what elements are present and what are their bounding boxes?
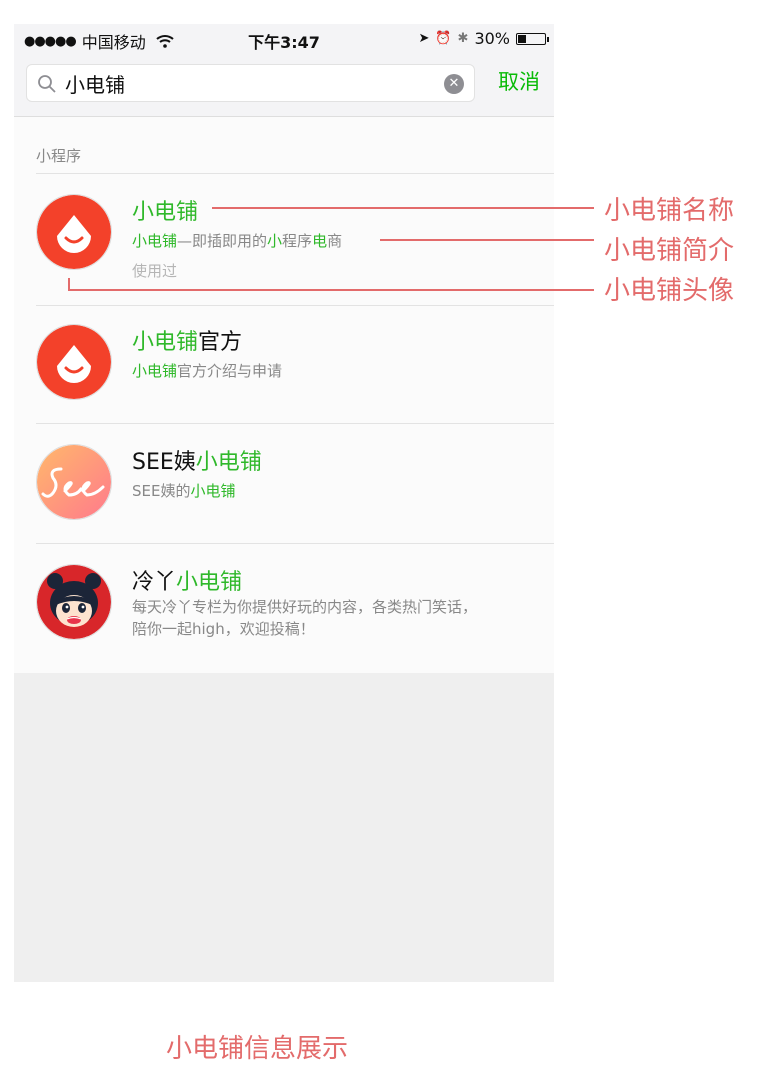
name-highlight: 小电铺 — [176, 570, 243, 595]
name-highlight: 小电铺 — [132, 330, 199, 355]
cancel-button[interactable]: 取消 — [498, 66, 540, 96]
figure-caption: 小电铺信息展示 — [166, 1034, 349, 1064]
phone-screen: ●●●●● 中国移动 下午3:47 ➤ ⏰ ✱ 30% ✕ 取消 — [14, 24, 554, 982]
name-annotation-line — [212, 207, 594, 209]
desc-highlight: 电 — [312, 232, 328, 250]
desc-text: SEE姨的 — [132, 482, 191, 500]
desc-highlight: 小电铺 — [132, 362, 178, 380]
item-description: 每天冷丫专栏为你提供好玩的内容，各类热门笑话， 陪你一起high，欢迎投稿！ — [132, 596, 542, 640]
xiaodianpu-logo-icon — [36, 194, 112, 270]
search-header: ✕ 取消 — [14, 54, 554, 117]
alarm-icon: ⏰ — [435, 31, 452, 46]
item-description: 小电铺官方介绍与申请 — [132, 360, 282, 381]
name-annotation-label: 小电铺名称 — [604, 196, 735, 226]
desc-annotation-label: 小电铺简介 — [604, 236, 735, 266]
desc-text: 商 — [327, 232, 343, 250]
search-icon — [38, 75, 56, 93]
status-bar: ●●●●● 中国移动 下午3:47 ➤ ⏰ ✱ 30% — [14, 24, 554, 54]
battery-icon — [516, 32, 549, 45]
result-item-xiaodianpu[interactable]: 小电铺 小电铺—即插即用的小程序电商 使用过 — [14, 174, 554, 306]
search-box[interactable]: ✕ — [26, 64, 475, 102]
desc-line: 陪你一起high，欢迎投稿！ — [132, 620, 315, 638]
desc-highlight: 小电铺 — [190, 482, 236, 500]
item-description: 小电铺—即插即用的小程序电商 — [132, 230, 342, 251]
name-rest: 官方 — [198, 330, 243, 355]
name-highlight: 小电铺 — [195, 450, 262, 475]
cartoon-girl-avatar-icon — [36, 564, 112, 640]
item-name: 小电铺官方 — [132, 324, 242, 356]
status-right: ➤ ⏰ ✱ 30% — [418, 29, 549, 48]
result-item-lengya[interactable]: 冷丫小电铺 每天冷丫专栏为你提供好玩的内容，各类热门笑话， 陪你一起high，欢迎… — [14, 544, 554, 664]
desc-text: —即插即用的 — [177, 232, 268, 250]
name-highlight: 小电铺 — [132, 200, 199, 225]
item-description: SEE姨的小电铺 — [132, 480, 236, 501]
item-name: SEE姨小电铺 — [132, 444, 262, 476]
battery-fill — [518, 34, 526, 43]
clear-icon[interactable]: ✕ — [444, 74, 464, 94]
desc-text: 程序 — [282, 232, 313, 250]
desc-highlight: 小电铺 — [132, 232, 178, 250]
desc-annotation-line — [380, 239, 594, 241]
result-item-xiaodianpu-official[interactable]: 小电铺官方 小电铺官方介绍与申请 — [14, 304, 554, 424]
desc-highlight: 小 — [267, 232, 283, 250]
name-text: 冷丫 — [132, 570, 177, 595]
used-label: 使用过 — [132, 262, 178, 280]
see-logo-icon — [36, 444, 112, 520]
result-item-see[interactable]: SEE姨小电铺 SEE姨的小电铺 — [14, 424, 554, 544]
search-input[interactable] — [65, 65, 425, 101]
item-name: 小电铺 — [132, 194, 198, 226]
bluetooth-icon: ✱ — [457, 31, 469, 46]
xiaodianpu-logo-icon — [36, 324, 112, 400]
avatar-annotation-line — [68, 289, 594, 291]
section-title: 小程序 — [36, 147, 82, 165]
desc-text: 官方介绍与申请 — [177, 362, 283, 380]
item-name: 冷丫小电铺 — [132, 564, 242, 596]
battery-percent: 30% — [474, 29, 510, 48]
name-text: SEE姨 — [132, 450, 196, 475]
results-list: 小程序 小电铺 小电铺—即插即用的小程序电商 使用过 小电铺官方 小电铺官方介绍… — [14, 117, 554, 673]
avatar-annotation-label: 小电铺头像 — [604, 276, 735, 306]
desc-line: 每天冷丫专栏为你提供好玩的内容，各类热门笑话， — [132, 598, 478, 616]
location-icon: ➤ — [418, 31, 430, 46]
